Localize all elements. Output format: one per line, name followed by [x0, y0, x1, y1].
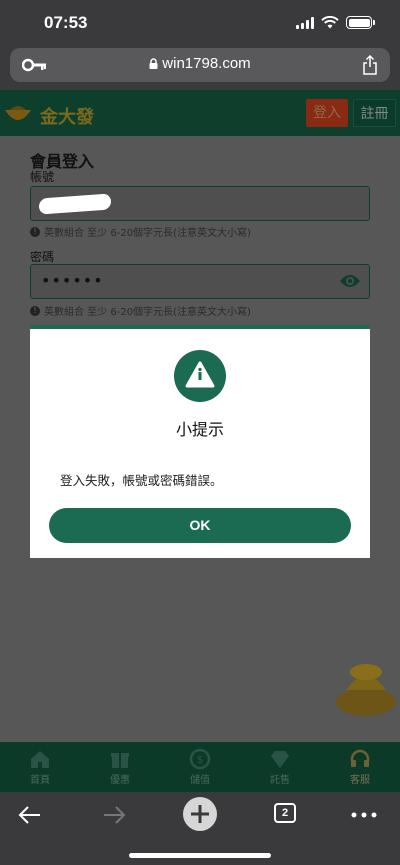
headset-icon — [350, 749, 370, 767]
ok-button[interactable]: OK — [49, 508, 351, 543]
nav-item-consign[interactable]: 託售 — [240, 742, 320, 792]
lock-icon — [149, 58, 158, 69]
account-input[interactable] — [30, 186, 370, 221]
header-register-button[interactable]: 註冊 — [353, 99, 396, 127]
url-display[interactable]: win1798.com — [10, 55, 390, 72]
alert-dialog: 小提示 登入失敗，帳號或密碼錯誤。 OK — [30, 325, 370, 558]
password-value: •••••• — [41, 271, 104, 290]
back-arrow-icon[interactable] — [12, 802, 48, 828]
url-text: win1798.com — [162, 55, 251, 72]
battery-icon — [346, 16, 375, 29]
status-time: 07:53 — [44, 13, 88, 32]
browser-toolbar: 2 — [0, 792, 400, 865]
home-icon — [31, 751, 49, 768]
coin-icon: $ — [189, 748, 211, 770]
site-name: 金大發 — [40, 107, 94, 128]
url-bar[interactable]: win1798.com — [10, 48, 390, 82]
info-icon: ! — [30, 226, 40, 237]
gold-ingot-decoration-icon — [336, 664, 396, 716]
account-hint: ! 英數組合 至少 6-20個字元長(注意英文大小寫) — [30, 224, 251, 239]
new-tab-button[interactable] — [183, 797, 217, 831]
nav-item-support[interactable]: 客服 — [320, 742, 400, 792]
eye-icon[interactable] — [339, 273, 361, 289]
more-options-icon[interactable] — [346, 802, 382, 828]
site-header: 金大發 登入 註冊 — [0, 90, 400, 136]
wifi-icon — [321, 16, 339, 29]
nav-item-promotions[interactable]: 優惠 — [80, 742, 160, 792]
account-label: 帳號 — [30, 170, 55, 184]
home-indicator[interactable] — [129, 853, 271, 858]
password-hint: ! 英數組合 至少 6-20個字元長(注意英文大小寫) — [30, 303, 251, 318]
status-bar: 07:53 — [0, 0, 400, 46]
forward-arrow-icon[interactable] — [96, 802, 132, 828]
tab-switcher-button[interactable]: 2 — [274, 803, 296, 823]
browser-chrome-top: 07:53 win1798.com — [0, 0, 400, 90]
password-label: 密碼 — [30, 250, 55, 264]
gift-icon — [111, 753, 129, 768]
dialog-message: 登入失敗，帳號或密碼錯誤。 — [60, 473, 223, 488]
plus-icon — [191, 805, 209, 823]
warning-icon — [174, 350, 226, 402]
gold-bowl-logo-icon — [5, 106, 31, 120]
password-input[interactable]: •••••• — [30, 264, 370, 299]
header-login-button[interactable]: 登入 — [306, 99, 348, 127]
dialog-title: 小提示 — [175, 420, 224, 439]
redacted-account-value — [39, 193, 111, 215]
svg-text:$: $ — [197, 753, 204, 766]
share-icon[interactable] — [362, 55, 378, 75]
cellular-signal-icon — [296, 16, 314, 29]
diamond-icon — [271, 751, 289, 768]
nav-item-home[interactable]: 首頁 — [0, 742, 80, 792]
status-icons — [296, 16, 375, 29]
site-bottom-nav: 首頁 優惠 $ 儲值 託售 客服 — [0, 742, 400, 792]
nav-item-deposit[interactable]: $ 儲值 — [160, 742, 240, 792]
info-icon: ! — [30, 305, 40, 316]
